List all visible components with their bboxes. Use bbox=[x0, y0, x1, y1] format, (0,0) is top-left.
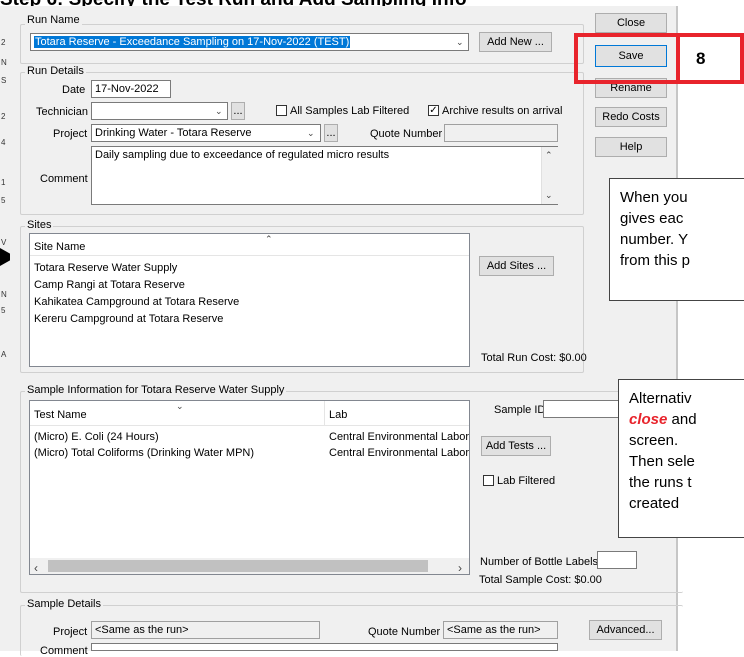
project-browse-button[interactable]: ... bbox=[324, 124, 338, 142]
chevron-down-icon[interactable]: ⌄ bbox=[215, 106, 223, 117]
test-name-column-header[interactable]: Test Name bbox=[34, 409, 87, 421]
technician-label: Technician bbox=[36, 106, 88, 118]
strip-char: N bbox=[1, 58, 7, 67]
help-button[interactable]: Help bbox=[595, 137, 667, 157]
callout-line: the runs t bbox=[629, 474, 692, 491]
save-highlight-box bbox=[574, 33, 680, 84]
table-row[interactable]: (Micro) Total Coliforms (Drinking Water … bbox=[34, 447, 254, 459]
technician-combobox[interactable] bbox=[91, 102, 228, 120]
sample-quote-label: Quote Number bbox=[368, 626, 441, 638]
quote-number-label: Quote Number bbox=[370, 128, 443, 140]
run-name-combobox[interactable]: Totara Reserve - Exceedance Sampling on … bbox=[30, 33, 469, 51]
strip-char: 5 bbox=[1, 306, 6, 315]
callout-line: created bbox=[629, 495, 680, 512]
close-info-callout: Alternativ close and screen. Then sele t… bbox=[618, 379, 744, 538]
total-run-cost: Total Run Cost: $0.00 bbox=[481, 352, 587, 364]
close-button[interactable]: Close bbox=[595, 13, 667, 33]
project-combobox[interactable]: Drinking Water - Totara Reserve bbox=[91, 124, 321, 142]
chevron-left-icon[interactable]: ‹ bbox=[34, 561, 38, 574]
list-item[interactable]: Totara Reserve Water Supply bbox=[34, 262, 177, 274]
date-field[interactable]: 17-Nov-2022 bbox=[91, 80, 171, 98]
list-item[interactable]: Kereru Campground at Totara Reserve bbox=[34, 313, 223, 325]
project-label: Project bbox=[53, 128, 88, 140]
archive-results-label: Archive results on arrival bbox=[442, 105, 563, 117]
comment-textarea[interactable]: Daily sampling due to exceedance of regu… bbox=[91, 146, 558, 205]
sample-comment-textarea[interactable] bbox=[91, 643, 558, 651]
strip-char: A bbox=[1, 350, 7, 359]
bottle-labels-field[interactable] bbox=[597, 551, 637, 569]
strip-char: 4 bbox=[1, 138, 6, 147]
callout-line: When you bbox=[620, 189, 688, 206]
all-samples-lab-filtered-checkbox[interactable] bbox=[276, 105, 287, 116]
test-name-cell: (Micro) Total Coliforms (Drinking Water … bbox=[34, 447, 255, 459]
sites-list[interactable]: Site Name ⌃ Totara Reserve Water Supply … bbox=[29, 233, 470, 367]
callout-and: and bbox=[667, 411, 697, 428]
quote-number-field[interactable] bbox=[444, 124, 558, 142]
close-emphasis: close bbox=[629, 411, 668, 428]
chevron-down-icon[interactable]: ⌄ bbox=[545, 190, 553, 201]
callout-line: screen. bbox=[629, 432, 679, 449]
callout-line: number. Y bbox=[620, 231, 689, 248]
save-info-callout: When you gives eac number. Y from this p bbox=[609, 178, 744, 301]
callout-line: close and bbox=[629, 409, 737, 430]
chevron-down-icon[interactable]: ⌄ bbox=[307, 128, 315, 139]
run-name-group-label: Run Name bbox=[25, 14, 82, 26]
advanced-button[interactable]: Advanced... bbox=[589, 620, 662, 640]
lab-column-header[interactable]: Lab bbox=[329, 409, 347, 421]
bottle-labels-label: Number of Bottle Labels bbox=[480, 556, 599, 568]
callout-line: gives eac bbox=[620, 210, 684, 227]
list-item[interactable]: Kahikatea Campground at Totara Reserve bbox=[34, 296, 239, 308]
step-number-box: 8 bbox=[680, 33, 744, 84]
callout-line: Then sele bbox=[629, 453, 695, 470]
sample-comment-label: Comment bbox=[40, 645, 88, 657]
chevron-right-icon[interactable]: › bbox=[458, 561, 462, 574]
chevron-up-icon[interactable]: ⌃ bbox=[545, 150, 553, 161]
add-new-button[interactable]: Add New ... bbox=[479, 32, 552, 52]
sample-quote-field[interactable]: <Same as the run> bbox=[443, 621, 558, 639]
run-name-value: Totara Reserve - Exceedance Sampling on … bbox=[34, 36, 351, 48]
sort-chevron-up-icon: ⌃ bbox=[265, 234, 273, 244]
sample-id-field[interactable] bbox=[543, 400, 628, 418]
run-details-group-label: Run Details bbox=[25, 65, 86, 77]
callout-line: from this p bbox=[620, 252, 691, 269]
sample-info-group-label: Sample Information for Totara Reserve Wa… bbox=[25, 384, 287, 396]
sample-id-label: Sample ID bbox=[494, 404, 546, 416]
table-row[interactable]: (Micro) E. Coli (24 Hours) bbox=[34, 431, 159, 443]
strip-char: N bbox=[1, 290, 7, 299]
scrollbar-thumb[interactable] bbox=[48, 560, 428, 572]
redo-costs-button[interactable]: Redo Costs bbox=[595, 107, 667, 127]
strip-char: 2 bbox=[1, 112, 6, 121]
sites-column-header[interactable]: Site Name bbox=[34, 241, 85, 253]
all-samples-lab-filtered-label: All Samples Lab Filtered bbox=[290, 105, 410, 117]
tests-list[interactable]: Test Name ⌄ Lab (Micro) E. Coli (24 Hour… bbox=[29, 400, 470, 575]
sample-project-label: Project bbox=[53, 626, 88, 638]
sample-project-field[interactable]: <Same as the run> bbox=[91, 621, 320, 639]
sites-group-label: Sites bbox=[25, 219, 54, 231]
lab-filtered-checkbox[interactable] bbox=[483, 475, 494, 486]
lab-filtered-label: Lab Filtered bbox=[497, 475, 556, 487]
test-name-cell: (Micro) E. Coli (24 Hours) bbox=[34, 431, 159, 443]
lab-cell: Central Environmental Laborat bbox=[329, 447, 469, 459]
strip-char: 2 bbox=[1, 38, 6, 47]
comment-text: Daily sampling due to exceedance of regu… bbox=[95, 149, 390, 161]
strip-char: 5 bbox=[1, 196, 6, 205]
add-tests-button[interactable]: Add Tests ... bbox=[481, 436, 551, 456]
callout-line: Alternativ bbox=[629, 390, 692, 407]
archive-results-checkbox[interactable]: ✓ bbox=[428, 105, 439, 116]
comment-label: Comment bbox=[40, 173, 88, 185]
step-number: 8 bbox=[696, 49, 706, 68]
technician-browse-button[interactable]: ... bbox=[231, 102, 245, 120]
add-sites-button[interactable]: Add Sites ... bbox=[479, 256, 554, 276]
sort-chevron-down-icon: ⌄ bbox=[176, 401, 184, 411]
date-label: Date bbox=[62, 84, 86, 96]
total-sample-cost: Total Sample Cost: $0.00 bbox=[479, 574, 602, 586]
sample-details-group-label: Sample Details bbox=[25, 598, 103, 610]
strip-char: 1 bbox=[1, 178, 6, 187]
list-item[interactable]: Camp Rangi at Totara Reserve bbox=[34, 279, 185, 291]
strip-char: S bbox=[1, 76, 7, 85]
chevron-down-icon[interactable]: ⌄ bbox=[456, 37, 464, 48]
lab-cell: Central Environmental Laborat bbox=[329, 431, 469, 443]
